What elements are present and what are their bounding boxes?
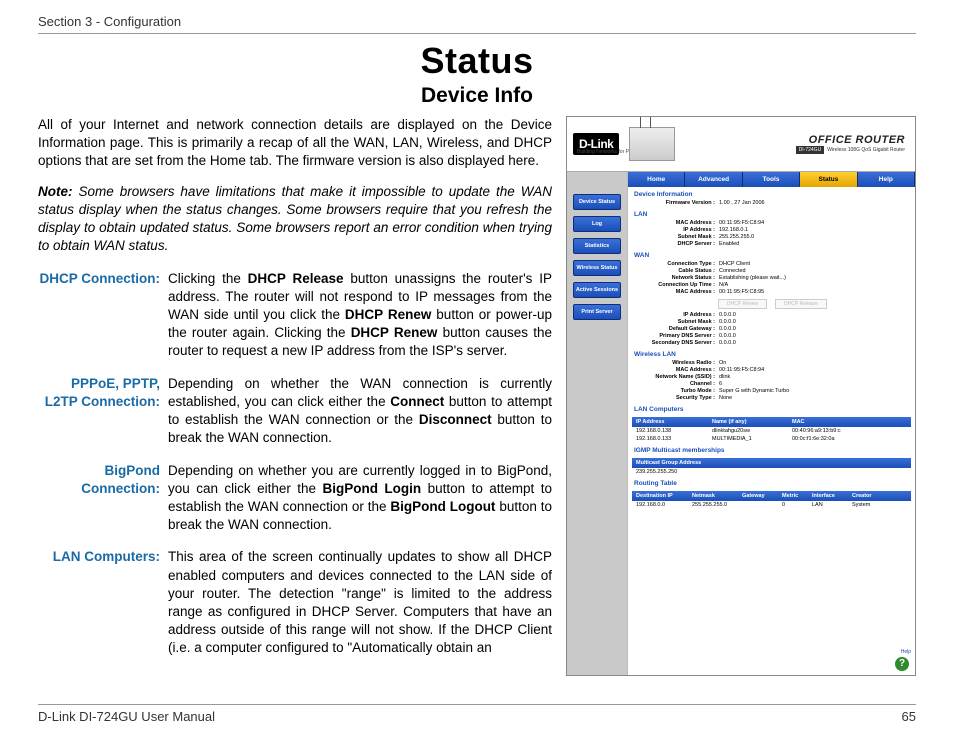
help-label: Help	[901, 649, 911, 655]
dhcp-renew-button[interactable]: DHCP Renew	[718, 299, 767, 309]
router-ui-screenshot: D-Link Building Networks for People OFFI…	[566, 116, 916, 676]
routing-head: Destination IP Netmask Gateway Metric In…	[632, 491, 911, 501]
help-icon[interactable]: ?	[895, 657, 909, 671]
router-ui-main: Home Advanced Tools Status Help Device I…	[627, 172, 915, 675]
router-product-sub: DI-724GUWireless 108G QoS Gigabit Router	[681, 146, 905, 154]
router-ui-header: D-Link Building Networks for People OFFI…	[567, 117, 915, 172]
page-subtitle: Device Info	[38, 84, 916, 108]
term-lan-computers: LAN Computers:	[38, 548, 168, 657]
body-pppoe-connection: Depending on whether the WAN connection …	[168, 375, 552, 448]
footer-doc-title: D-Link DI-724GU User Manual	[38, 709, 215, 724]
router-ui-sidebar: Device Status Log Statistics Wireless St…	[567, 172, 627, 675]
sidebar-print-server[interactable]: Print Server	[573, 304, 621, 320]
tab-tools[interactable]: Tools	[743, 172, 800, 187]
sidebar-wireless-status[interactable]: Wireless Status	[573, 260, 621, 276]
section-header: Section 3 - Configuration	[38, 14, 916, 33]
body-dhcp-connection: Clicking the DHCP Release button unassig…	[168, 270, 552, 361]
dhcp-release-button[interactable]: DHCP Release	[775, 299, 827, 309]
header-rule	[38, 33, 916, 34]
sidebar-log[interactable]: Log	[573, 216, 621, 232]
tab-home[interactable]: Home	[628, 172, 685, 187]
note-paragraph: Note: Some browsers have limitations tha…	[38, 183, 552, 256]
sec-lan: LAN	[628, 207, 915, 220]
page-title: Status	[38, 40, 916, 82]
sec-routing: Routing Table	[628, 476, 915, 489]
sec-device-info: Device Information	[628, 187, 915, 200]
sec-lan-computers: LAN Computers	[628, 402, 915, 415]
routing-row: 192.168.0.0 255.255.255.0 0 LAN System	[632, 501, 911, 509]
lan-computers-row: 192.168.0.138 dlinktahgu20sw 00:40:96:a9…	[632, 427, 911, 435]
sec-wan: WAN	[628, 248, 915, 261]
tab-advanced[interactable]: Advanced	[685, 172, 742, 187]
term-dhcp-connection: DHCP Connection:	[38, 270, 168, 361]
sidebar-statistics[interactable]: Statistics	[573, 238, 621, 254]
sidebar-device-status[interactable]: Device Status	[573, 194, 621, 210]
term-pppoe-connection: PPPoE, PPTP, L2TP Connection:	[38, 375, 168, 448]
igmp-row: 239.255.255.250	[632, 468, 911, 476]
lan-computers-row: 192.168.0.133 MULTIMEDIA_1 00:0c:f1:6e:3…	[632, 435, 911, 443]
tab-help[interactable]: Help	[858, 172, 915, 187]
sidebar-active-sessions[interactable]: Active Sessions	[573, 282, 621, 298]
lan-computers-head: IP Address Name (if any) MAC	[632, 417, 911, 427]
router-product-title: OFFICE ROUTER	[681, 134, 905, 146]
sec-wireless: Wireless LAN	[628, 347, 915, 360]
term-bigpond-connection: BigPond Connection:	[38, 462, 168, 535]
footer-page-number: 65	[902, 709, 916, 724]
tab-status[interactable]: Status	[800, 172, 857, 187]
body-lan-computers: This area of the screen continually upda…	[168, 548, 552, 657]
igmp-head: Multicast Group Address	[632, 458, 911, 468]
sec-igmp: IGMP Multicast memberships	[628, 443, 915, 456]
router-image	[629, 127, 675, 161]
body-bigpond-connection: Depending on whether you are currently l…	[168, 462, 552, 535]
intro-paragraph: All of your Internet and network connect…	[38, 116, 552, 171]
left-text-column: All of your Internet and network connect…	[38, 116, 552, 676]
